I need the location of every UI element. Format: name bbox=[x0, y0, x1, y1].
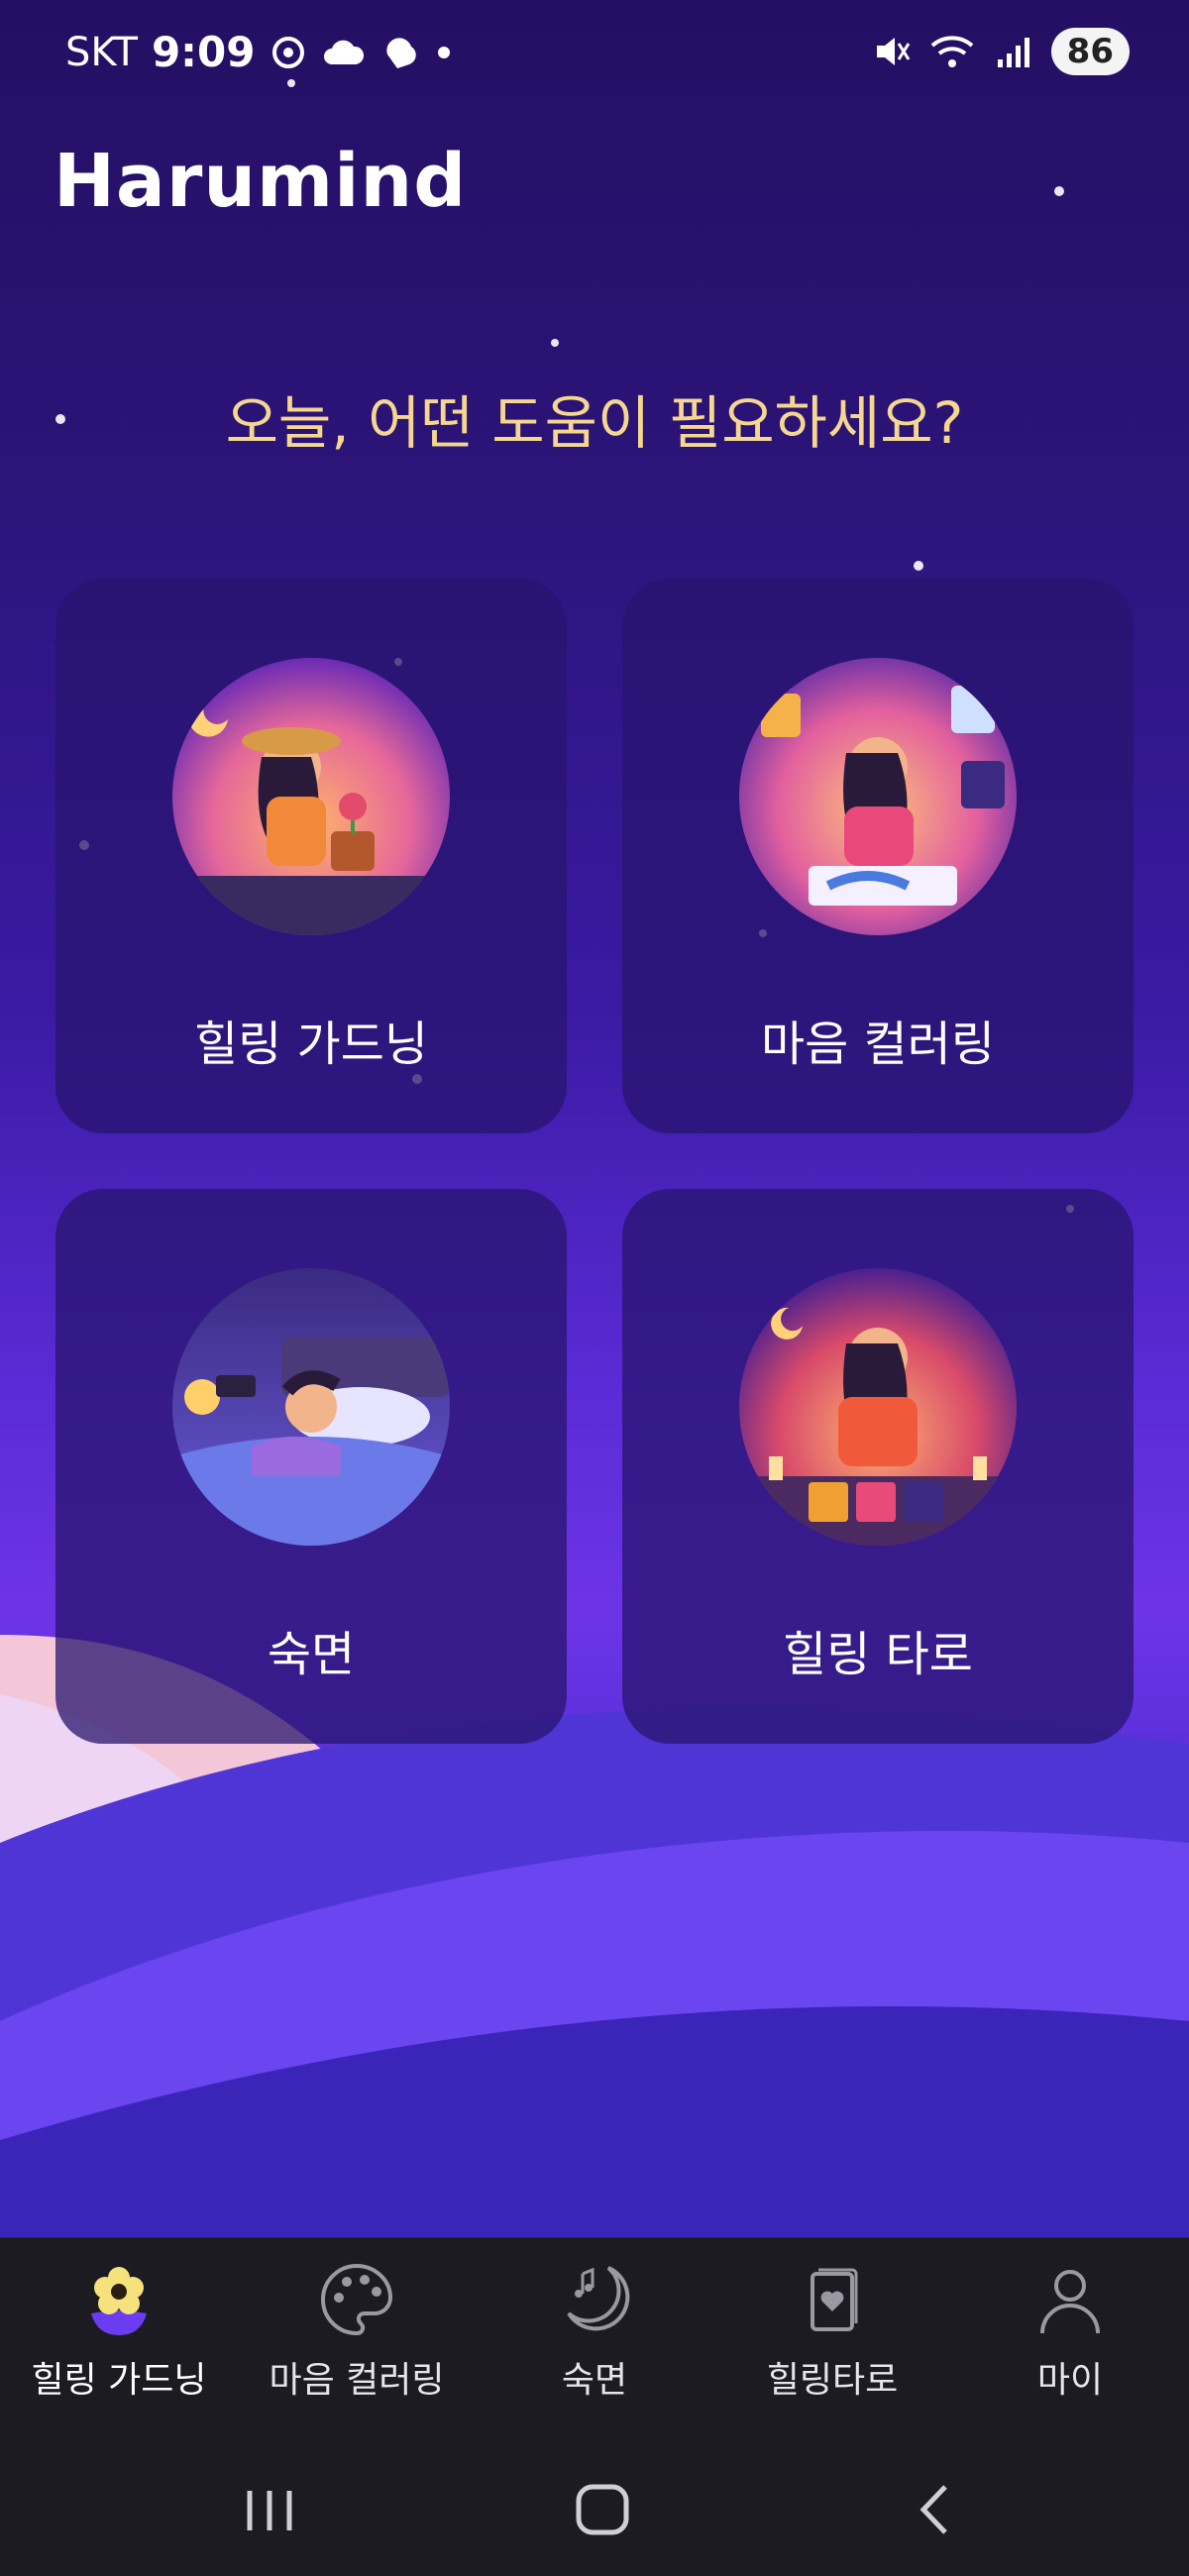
system-nav-bar bbox=[0, 2435, 1189, 2576]
card-label: 숙면 bbox=[267, 1627, 356, 1682]
home-icon[interactable] bbox=[563, 2475, 642, 2544]
nav-label: 마이 bbox=[1036, 2360, 1104, 2401]
nav-mind-coloring[interactable]: 마음 컬러링 bbox=[238, 2258, 476, 2426]
person-icon bbox=[1040, 2270, 1100, 2334]
card-mind-coloring[interactable]: 마음 컬러링 bbox=[622, 579, 1134, 1133]
star-decoration bbox=[551, 339, 559, 347]
card-label: 힐링 타로 bbox=[783, 1627, 973, 1682]
flower-icon bbox=[91, 2267, 147, 2335]
signal-icon bbox=[997, 38, 1029, 67]
palette-icon bbox=[321, 2263, 393, 2336]
back-icon[interactable] bbox=[896, 2475, 975, 2544]
nav-label: 힐링 가드닝 bbox=[31, 2360, 207, 2401]
bottom-nav: 힐링 가드닝 마음 컬러링 숙면 힐링타로 마이 bbox=[0, 2237, 1189, 2435]
nav-healing-tarot[interactable]: 힐링타로 bbox=[713, 2258, 951, 2426]
tarot-card-icon bbox=[811, 2268, 858, 2331]
card-healing-tarot[interactable]: 힐링 타로 bbox=[622, 1189, 1134, 1744]
home-screen: SKT 9:09 86 Harumind 오늘, 어떤 도움이 필요하세요? 힐… bbox=[0, 0, 1189, 2237]
status-bar: SKT 9:09 86 bbox=[0, 0, 1189, 109]
recent-apps-icon[interactable] bbox=[230, 2475, 309, 2544]
nav-label: 힐링타로 bbox=[766, 2360, 899, 2401]
sleep-illustration-icon bbox=[172, 1268, 450, 1546]
clock: 9:09 bbox=[151, 28, 256, 76]
navigation-icon bbox=[272, 36, 305, 68]
nav-my[interactable]: 마이 bbox=[951, 2258, 1189, 2426]
card-healing-gardening[interactable]: 힐링 가드닝 bbox=[55, 579, 567, 1133]
cloud-icon bbox=[324, 40, 365, 64]
coloring-illustration-icon bbox=[739, 658, 1017, 935]
nav-label: 마음 컬러링 bbox=[269, 2360, 445, 2401]
thread-icon bbox=[386, 37, 417, 68]
nav-healing-gardening[interactable]: 힐링 가드닝 bbox=[0, 2258, 238, 2426]
tarot-illustration-icon bbox=[739, 1268, 1017, 1546]
app-title: Harumind bbox=[54, 139, 468, 224]
card-label: 힐링 가드닝 bbox=[193, 1017, 429, 1072]
carrier-label: SKT bbox=[65, 29, 138, 75]
star-decoration bbox=[1054, 186, 1064, 196]
nav-deep-sleep[interactable]: 숙면 bbox=[476, 2258, 713, 2426]
card-deep-sleep[interactable]: 숙면 bbox=[55, 1189, 567, 1744]
wifi-icon bbox=[930, 36, 974, 67]
gardening-illustration-icon bbox=[172, 658, 450, 935]
notification-dot-icon bbox=[438, 46, 451, 58]
mute-icon bbox=[876, 38, 910, 65]
card-label: 마음 컬러링 bbox=[760, 1017, 996, 1072]
headline: 오늘, 어떤 도움이 필요하세요? bbox=[225, 389, 964, 457]
nav-label: 숙면 bbox=[561, 2360, 628, 2401]
star-decoration bbox=[914, 561, 923, 571]
moon-music-icon bbox=[567, 2266, 630, 2331]
battery-level: 86 bbox=[1050, 28, 1130, 75]
